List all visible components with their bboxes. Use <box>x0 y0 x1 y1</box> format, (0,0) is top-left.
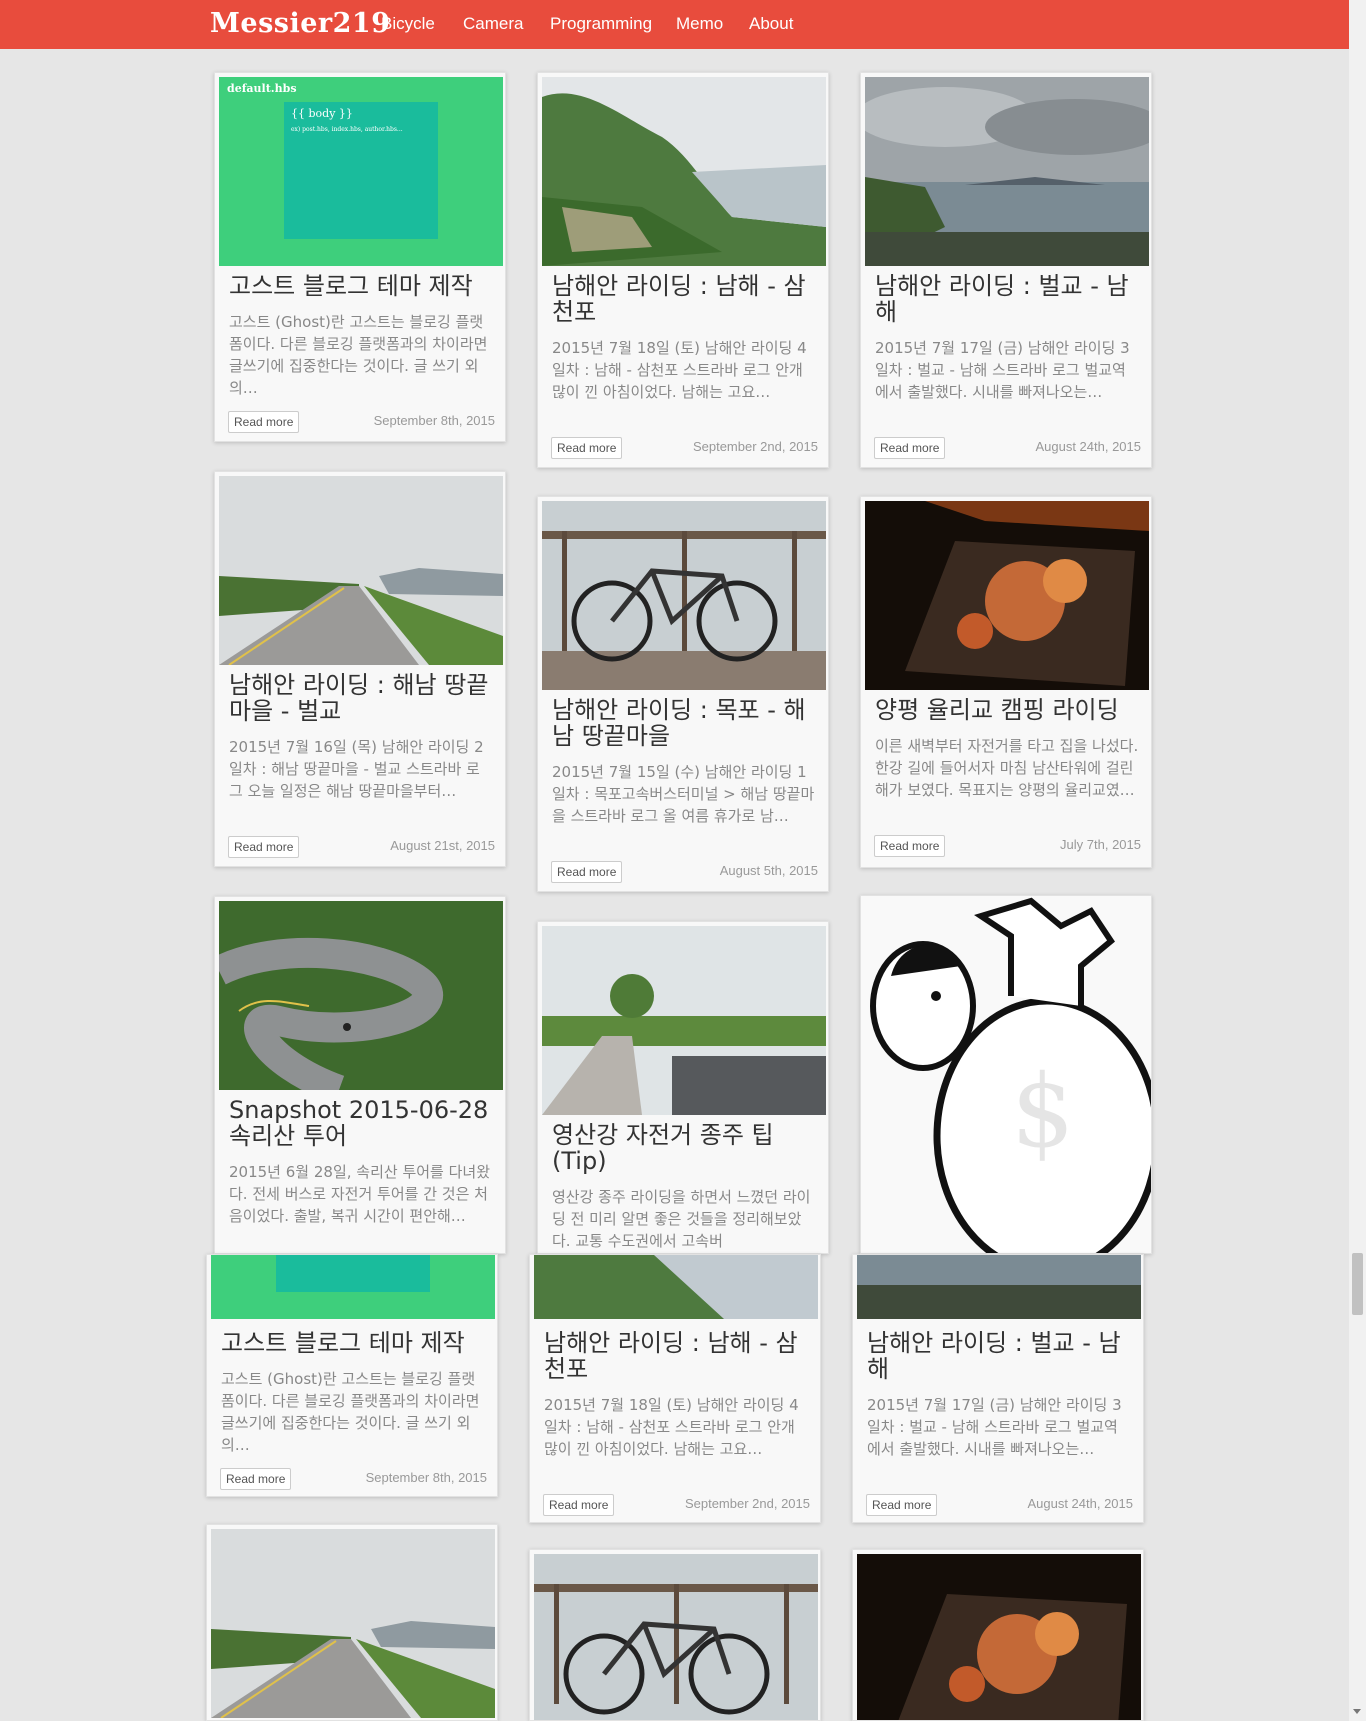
read-more-button[interactable]: Read more <box>543 1494 615 1516</box>
cloudy-bay-photo <box>857 1255 1141 1319</box>
post-title[interactable]: 고스트 블로그 테마 제작 <box>221 1330 485 1356</box>
post-thumbnail[interactable] <box>542 77 826 266</box>
post-title[interactable]: 고스트 블로그 테마 제작 <box>229 273 493 299</box>
winding-road-photo <box>219 901 503 1090</box>
read-more-button[interactable]: Read more <box>551 437 623 459</box>
ghost-template-image: default.hbs {{ body }} ex) post.hbs, ind… <box>219 77 503 266</box>
post-card-yangpyeong-camping: 양평 율리교 캠핑 라이딩 이른 새벽부터 자전거를 타고 집을 나섰다. 한강… <box>860 496 1152 868</box>
post-date: August 24th, 2015 <box>1035 439 1141 454</box>
read-more-button[interactable]: Read more <box>228 411 300 433</box>
image-filename-text: default.hbs <box>227 82 297 95</box>
post-title[interactable]: 남해안 라이딩 : 벌교 - 남해 <box>867 1330 1131 1382</box>
post-title[interactable]: Snapshot 2015-06-28 속리산 투어 <box>229 1097 493 1149</box>
money-bag-card: $ <box>860 895 1152 1254</box>
post-date: July 7th, 2015 <box>1060 837 1141 852</box>
post-excerpt: 2015년 6월 28일, 속리산 투어를 다녀왔다. 전세 버스로 자전거 투… <box>229 1163 491 1225</box>
post-title[interactable]: 영산강 자전거 종주 팁 (Tip) <box>552 1122 816 1174</box>
image-examples-text: ex) post.hbs, index.hbs, author.hbs... <box>291 126 403 133</box>
post-thumbnail[interactable] <box>219 901 503 1090</box>
post-card-yangpyeong-camping-repeat <box>852 1549 1144 1721</box>
post-card-songnisan-snapshot: Snapshot 2015-06-28 속리산 투어 2015년 6월 28일,… <box>214 896 506 1254</box>
read-more-button[interactable]: Read more <box>874 437 946 459</box>
read-more-button[interactable]: Read more <box>551 861 623 883</box>
post-thumbnail[interactable] <box>542 926 826 1115</box>
post-excerpt: 고스트 (Ghost)란 고스트는 블로깅 플랫폼이다. 다른 블로깅 플랫폼과… <box>221 1370 480 1454</box>
seaside-road-photo <box>219 476 503 665</box>
post-title[interactable]: 남해안 라이딩 : 남해 - 삼천포 <box>544 1330 808 1382</box>
post-excerpt: 2015년 7월 17일 (금) 남해안 라이딩 3일차 : 벌교 - 남해 스… <box>867 1396 1122 1458</box>
post-card-haenam-beolgyo: 남해안 라이딩 : 해남 땅끝마을 - 벌교 2015년 7월 16일 (목) … <box>214 471 506 867</box>
post-thumbnail[interactable] <box>857 1255 1141 1319</box>
bicycle-railing-photo <box>534 1554 818 1720</box>
riverside-path-photo <box>542 926 826 1115</box>
post-date: September 8th, 2015 <box>373 413 495 428</box>
nav-link-programming[interactable]: Programming <box>550 14 652 34</box>
nav-link-memo[interactable]: Memo <box>676 14 723 34</box>
site-brand-logo[interactable]: Messier219 <box>210 8 391 39</box>
post-thumbnail[interactable] <box>219 476 503 665</box>
post-card-namhae-samcheonpo-repeat: 남해안 라이딩 : 남해 - 삼천포 2015년 7월 18일 (토) 남해안 … <box>529 1254 821 1523</box>
post-card-mokpo-haenam-repeat <box>529 1549 821 1721</box>
post-thumbnail[interactable] <box>534 1255 818 1319</box>
post-date: September 8th, 2015 <box>365 1470 487 1485</box>
post-card-ghost-theme-repeat: 고스트 블로그 테마 제작 고스트 (Ghost)란 고스트는 블로깅 플랫폼이… <box>206 1254 498 1497</box>
post-card-ghost-theme: default.hbs {{ body }} ex) post.hbs, ind… <box>214 72 506 442</box>
coastal-hill-photo <box>542 77 826 266</box>
svg-text:$: $ <box>1011 1053 1075 1170</box>
post-date: September 2nd, 2015 <box>692 439 818 454</box>
post-excerpt: 2015년 7월 16일 (목) 남해안 라이딩 2일차 : 해남 땅끝마을 -… <box>229 738 484 800</box>
money-bag-illustration: $ <box>870 897 1151 1253</box>
nav-link-about[interactable]: About <box>749 14 793 34</box>
bbq-grill-photo <box>857 1554 1141 1720</box>
post-thumbnail[interactable] <box>857 1554 1141 1720</box>
post-excerpt: 2015년 7월 18일 (토) 남해안 라이딩 4일차 : 남해 - 삼천포 … <box>552 339 807 401</box>
top-navbar: Messier219 Bicycle Camera Programming Me… <box>0 0 1366 49</box>
post-title[interactable]: 남해안 라이딩 : 벌교 - 남해 <box>875 273 1139 325</box>
post-date: September 2nd, 2015 <box>684 1496 810 1511</box>
post-thumbnail[interactable] <box>542 501 826 690</box>
read-more-button[interactable]: Read more <box>228 836 300 858</box>
read-more-button[interactable]: Read more <box>874 835 946 857</box>
post-date: August 21st, 2015 <box>390 838 495 853</box>
post-excerpt: 영산강 종주 라이딩을 하면서 느꼈던 라이딩 전 미리 알면 좋은 것들을 정… <box>552 1188 811 1250</box>
post-date: August 5th, 2015 <box>719 863 818 878</box>
ghost-template-image <box>211 1255 495 1319</box>
page-scrollbar[interactable] <box>1349 0 1366 1721</box>
post-excerpt: 2015년 7월 15일 (수) 남해안 라이딩 1일차 : 목포고속버스터미널… <box>552 763 815 825</box>
post-excerpt: 2015년 7월 18일 (토) 남해안 라이딩 4일차 : 남해 - 삼천포 … <box>544 1396 799 1458</box>
post-excerpt: 이른 새벽부터 자전거를 타고 집을 나섰다. 한강 길에 들어서자 마침 남산… <box>875 737 1139 799</box>
post-excerpt: 고스트 (Ghost)란 고스트는 블로깅 플랫폼이다. 다른 블로깅 플랫폼과… <box>229 313 488 397</box>
read-more-button[interactable]: Read more <box>220 1468 292 1490</box>
coastal-hill-photo <box>534 1255 818 1319</box>
post-card-beolgyo-namhae: 남해안 라이딩 : 벌교 - 남해 2015년 7월 17일 (금) 남해안 라… <box>860 72 1152 468</box>
post-card-beolgyo-namhae-repeat: 남해안 라이딩 : 벌교 - 남해 2015년 7월 17일 (금) 남해안 라… <box>852 1254 1144 1523</box>
post-date: August 24th, 2015 <box>1027 1496 1133 1511</box>
post-title[interactable]: 양평 율리교 캠핑 라이딩 <box>875 697 1139 723</box>
seaside-road-photo <box>211 1529 495 1718</box>
post-card-yeongsan-tip: 영산강 자전거 종주 팁 (Tip) 영산강 종주 라이딩을 하면서 느꼈던 라… <box>537 921 829 1254</box>
post-thumbnail[interactable]: default.hbs {{ body }} ex) post.hbs, ind… <box>219 77 503 266</box>
post-title[interactable]: 남해안 라이딩 : 해남 땅끝마을 - 벌교 <box>229 672 493 724</box>
post-card-mokpo-haenam: 남해안 라이딩 : 목포 - 해남 땅끝마을 2015년 7월 15일 (수) … <box>537 496 829 892</box>
post-thumbnail[interactable] <box>211 1529 495 1718</box>
bicycle-railing-photo <box>542 501 826 690</box>
post-card-namhae-samcheonpo: 남해안 라이딩 : 남해 - 삼천포 2015년 7월 18일 (토) 남해안 … <box>537 72 829 468</box>
post-title[interactable]: 남해안 라이딩 : 남해 - 삼천포 <box>552 273 816 325</box>
post-excerpt: 2015년 7월 17일 (금) 남해안 라이딩 3일차 : 벌교 - 남해 스… <box>875 339 1130 401</box>
post-thumbnail[interactable] <box>865 77 1149 266</box>
post-thumbnail[interactable] <box>534 1554 818 1720</box>
post-thumbnail[interactable] <box>211 1255 495 1319</box>
read-more-button[interactable]: Read more <box>866 1494 938 1516</box>
image-body-text: {{ body }} <box>291 107 353 120</box>
post-thumbnail[interactable] <box>865 501 1149 690</box>
cloudy-bay-photo <box>865 77 1149 266</box>
post-title[interactable]: 남해안 라이딩 : 목포 - 해남 땅끝마을 <box>552 697 816 749</box>
scroll-down-arrow-icon[interactable] <box>1353 1709 1361 1714</box>
bbq-grill-photo <box>865 501 1149 690</box>
nav-link-camera[interactable]: Camera <box>463 14 523 34</box>
scrollbar-thumb[interactable] <box>1352 1253 1363 1315</box>
nav-link-bicycle[interactable]: Bicycle <box>381 14 435 34</box>
post-card-haenam-beolgyo-repeat <box>206 1524 498 1721</box>
